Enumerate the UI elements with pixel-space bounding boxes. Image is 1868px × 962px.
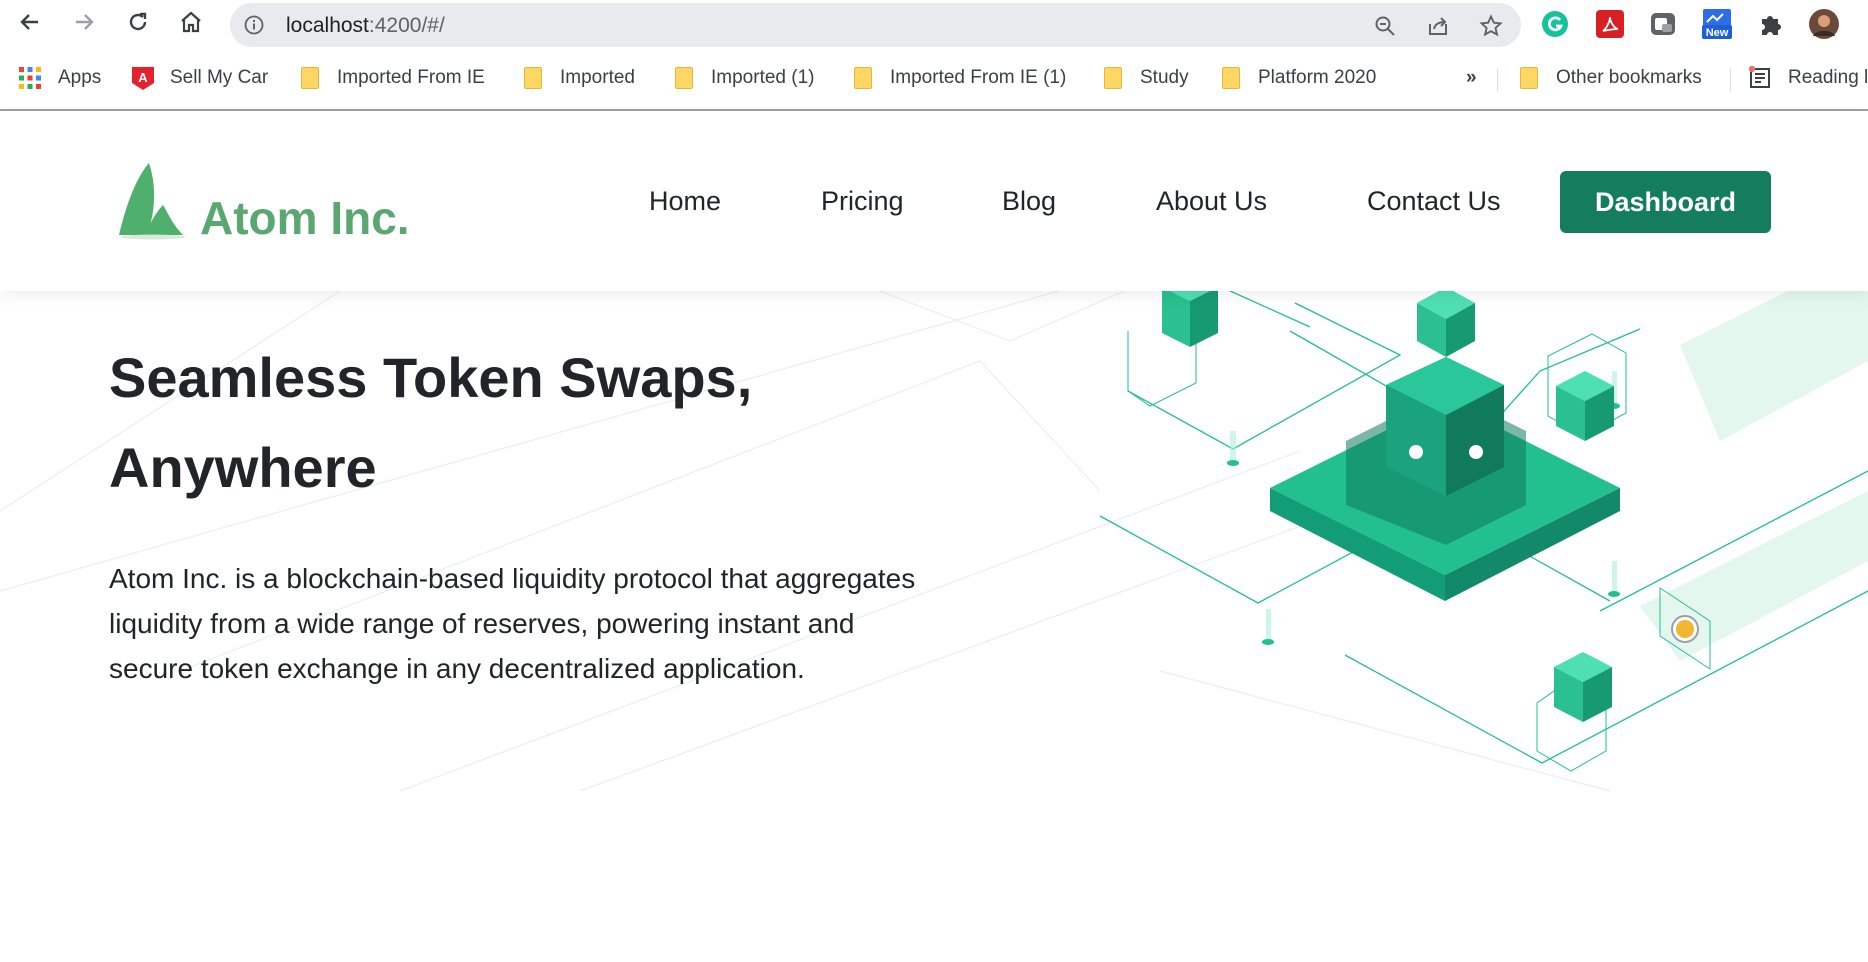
bookmark-label: Imported From IE (1) xyxy=(890,67,1067,88)
address-bar[interactable]: localhost:4200/#/ xyxy=(230,3,1521,47)
hero-title: Seamless Token Swaps, Anywhere xyxy=(109,333,869,513)
acrobat-extension[interactable] xyxy=(1594,8,1626,40)
bookmark-folder-platform-2020[interactable]: Platform 2020 xyxy=(1222,63,1376,93)
bookmark-folder-imported[interactable]: Imported xyxy=(524,63,635,93)
svg-text:A: A xyxy=(138,70,148,85)
grammarly-extension[interactable] xyxy=(1539,8,1571,40)
zoom-icon[interactable] xyxy=(1373,14,1397,38)
bookmark-other-bookmarks[interactable]: Other bookmarks xyxy=(1520,63,1702,93)
bookmark-label: Imported From IE xyxy=(337,67,485,88)
bookmark-apps[interactable]: Apps xyxy=(18,63,101,93)
nav-about-us[interactable]: About Us xyxy=(1156,186,1267,217)
profile-avatar-button[interactable] xyxy=(1808,8,1840,40)
dashboard-button[interactable]: Dashboard xyxy=(1560,171,1771,233)
back-button[interactable] xyxy=(16,8,44,36)
bookmark-label: Sell My Car xyxy=(170,67,269,88)
grammarly-icon xyxy=(1542,11,1568,37)
folder-icon xyxy=(301,67,319,89)
reading-list-button[interactable]: Reading l xyxy=(1748,63,1868,93)
star-icon[interactable] xyxy=(1479,14,1503,38)
bookmark-label: Platform 2020 xyxy=(1258,67,1377,88)
bookmark-label: Imported (1) xyxy=(711,67,815,88)
hero-title-line-2: Anywhere xyxy=(109,436,377,499)
nav-blog[interactable]: Blog xyxy=(1002,186,1056,217)
bookmark-folder-study[interactable]: Study xyxy=(1104,63,1189,93)
hero-title-line-1: Seamless Token Swaps, xyxy=(109,346,753,409)
acrobat-icon xyxy=(1596,10,1624,38)
camera-extension[interactable] xyxy=(1647,8,1679,40)
atom-logo-icon[interactable] xyxy=(117,161,197,241)
bookmark-label: Study xyxy=(1140,67,1189,88)
url-path: :4200/#/ xyxy=(368,14,445,37)
forward-arrow-icon xyxy=(76,14,94,30)
url-text[interactable]: localhost:4200/#/ xyxy=(286,14,445,38)
browser-toolbar: localhost:4200/#/ New xyxy=(0,0,1868,47)
autotrader-icon: A xyxy=(132,67,154,90)
home-button[interactable] xyxy=(177,8,205,36)
bookmark-folder-imported-1[interactable]: Imported (1) xyxy=(675,63,814,93)
reading-list-icon xyxy=(1748,66,1770,88)
folder-icon xyxy=(675,67,693,89)
bookmark-folder-imported-from-ie[interactable]: Imported From IE xyxy=(301,63,485,93)
bookmark-label: Other bookmarks xyxy=(1556,67,1702,88)
share-icon[interactable] xyxy=(1426,14,1450,38)
reload-button[interactable] xyxy=(124,8,152,36)
screencast-icon: New xyxy=(1702,9,1732,39)
overflow-chevron-icon: » xyxy=(1466,67,1477,88)
blockchain-illustration xyxy=(1099,291,1868,772)
nav-contact-us[interactable]: Contact Us xyxy=(1367,186,1501,217)
folder-icon xyxy=(1222,67,1240,89)
puzzle-icon xyxy=(1762,16,1781,35)
back-arrow-icon xyxy=(20,14,38,30)
folder-icon xyxy=(1520,67,1538,89)
bookmarks-divider xyxy=(1497,68,1498,92)
extensions-button[interactable] xyxy=(1755,8,1787,40)
folder-icon xyxy=(1104,67,1122,89)
site-info-icon[interactable] xyxy=(244,15,264,35)
bookmark-label: Apps xyxy=(58,67,102,88)
bookmarks-divider xyxy=(1730,68,1731,92)
bookmark-folder-imported-from-ie-1[interactable]: Imported From IE (1) xyxy=(854,63,1066,93)
bookmark-sell-my-car[interactable]: A Sell My Car xyxy=(130,63,268,93)
screencast-extension[interactable]: New xyxy=(1701,8,1733,40)
new-badge: New xyxy=(1706,27,1729,39)
reading-list-label: Reading l xyxy=(1788,67,1868,88)
home-icon xyxy=(181,11,201,33)
camera-extension-icon xyxy=(1651,13,1675,35)
reload-icon xyxy=(129,12,147,31)
url-host: localhost xyxy=(286,14,369,37)
hero-description: Atom Inc. is a blockchain-based liquidit… xyxy=(109,563,916,684)
apps-grid-icon xyxy=(19,67,41,89)
site-header: Atom Inc. Home Pricing Blog About Us Con… xyxy=(0,111,1868,291)
folder-icon xyxy=(524,67,542,89)
bookmarks-overflow-button[interactable]: » xyxy=(1466,63,1477,93)
forward-button[interactable] xyxy=(70,8,98,36)
nav-home[interactable]: Home xyxy=(649,186,721,217)
nav-pricing[interactable]: Pricing xyxy=(821,186,904,217)
hero-section: Seamless Token Swaps, Anywhere Atom Inc.… xyxy=(0,291,1868,962)
bookmarks-bar: Apps A Sell My Car Imported From IE Impo… xyxy=(0,56,1868,100)
avatar-icon xyxy=(1809,9,1839,39)
bookmark-label: Imported xyxy=(560,67,635,88)
folder-icon xyxy=(854,67,872,89)
brand-name[interactable]: Atom Inc. xyxy=(200,191,410,245)
